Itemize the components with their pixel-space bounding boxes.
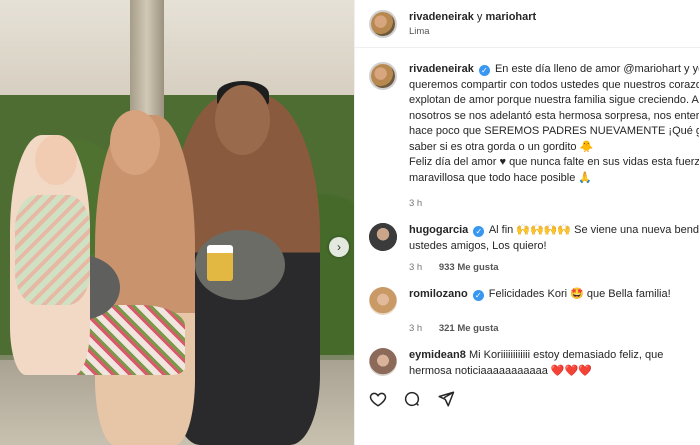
comment-likes[interactable]: 321 Me gusta (439, 323, 499, 334)
caption-time[interactable]: 3 h (409, 198, 422, 209)
photo-woman (35, 107, 195, 445)
comment-avatar[interactable] (369, 287, 397, 315)
photo-child (10, 135, 90, 375)
caption-line: Feliz día del amor ♥ que nunca falte en … (409, 156, 699, 168)
comment-avatar[interactable] (369, 223, 397, 251)
comment: eymidean8 Mi Koriiiiiiiiiiii estoy demas… (369, 348, 700, 379)
comment-time[interactable]: 3 h (409, 262, 422, 273)
share-icon[interactable] (436, 389, 456, 409)
comment-likes[interactable]: 933 Me gusta (439, 262, 499, 273)
comment-icon[interactable] (402, 389, 422, 409)
comment-line: Felicidades Kori 🤩 que Bella familia! (488, 288, 671, 300)
comment-username[interactable]: romilozano (409, 288, 468, 300)
photo-beer-paint (207, 245, 233, 281)
comment-text: romilozano ✓ Felicidades Kori 🤩 que Bell… (409, 287, 699, 315)
caption-line: hace poco que SEREMOS PADRES NUEVAMENTE … (409, 125, 699, 137)
caption-line: maravillosa que todo hace posible 🙏 (409, 171, 593, 184)
comments-list: rivadeneirak ✓ En este día lleno de amor… (369, 62, 700, 379)
authors-and: y (476, 10, 483, 23)
verified-badge-icon: ✓ (472, 290, 484, 301)
comment-line: Mi Koriiiiiiiiiiii estoy demasiado feliz… (468, 349, 664, 361)
comment-text: eymidean8 Mi Koriiiiiiiiiiii estoy demas… (409, 348, 699, 379)
post-header: rivadeneirak y mariohart Lima (355, 0, 700, 48)
caption-line: explotan de amor porque nuestra familia … (409, 94, 699, 106)
comment-time[interactable]: 3 h (409, 323, 422, 334)
coauthor-username[interactable]: mariohart (485, 11, 536, 23)
caption-line: saber si es otra gorda o un gordito 🐥 (409, 140, 594, 153)
comment: hugogarcia ✓ Al fin 🙌🙌🙌🙌 Se viene una nu… (369, 223, 700, 254)
comment-username[interactable]: hugogarcia (409, 224, 468, 236)
caption-text: rivadeneirak ✓ En este día lleno de amor… (409, 62, 699, 186)
comment-text: hugogarcia ✓ Al fin 🙌🙌🙌🙌 Se viene una nu… (409, 223, 699, 254)
caption-line: queremos compartir con todos ustedes que… (409, 78, 699, 91)
comment-meta: 3 h 321 Me gusta (409, 323, 700, 334)
post-location[interactable]: Lima (409, 26, 536, 37)
author-username[interactable]: rivadeneirak (409, 11, 474, 23)
caption-line: En este día lleno de amor @mariohart y y… (494, 63, 699, 75)
caption-line: nosotros se nos adelantó esta hermosa so… (409, 109, 699, 122)
author-avatar[interactable] (369, 9, 397, 38)
photo-child-head (35, 135, 77, 185)
caption-username[interactable]: rivadeneirak (409, 63, 474, 75)
caption-avatar[interactable] (369, 62, 397, 90)
heart-icon[interactable] (368, 389, 388, 409)
comment-line: hermosa noticiaaaaaaaaaaa ❤️❤️❤️ (409, 364, 592, 377)
chevron-right-icon[interactable]: › (329, 237, 349, 257)
photo-man-head (215, 85, 270, 155)
caption: rivadeneirak ✓ En este día lleno de amor… (369, 62, 700, 186)
verified-badge-icon: ✓ (478, 65, 490, 76)
comment-line: Al fin 🙌🙌🙌🙌 Se viene una nueva bendición… (488, 224, 699, 236)
caption-meta: 3 h (409, 198, 700, 209)
comment-username[interactable]: eymidean8 (409, 349, 466, 361)
comment-avatar[interactable] (369, 348, 397, 376)
post-side-panel: rivadeneirak y mariohart Lima rivadeneir… (354, 0, 700, 445)
post-actions (368, 389, 456, 409)
comment-line: ustedes amigos, Los quiero! (409, 239, 547, 252)
verified-badge-icon: ✓ (473, 226, 485, 237)
post-photo[interactable]: › (0, 0, 354, 445)
photo-child-dress (15, 195, 90, 305)
post-authors[interactable]: rivadeneirak y mariohart (409, 11, 536, 23)
comment-meta: 3 h 933 Me gusta (409, 262, 700, 273)
comment: romilozano ✓ Felicidades Kori 🤩 que Bell… (369, 287, 700, 315)
photo-woman-head (110, 110, 160, 175)
